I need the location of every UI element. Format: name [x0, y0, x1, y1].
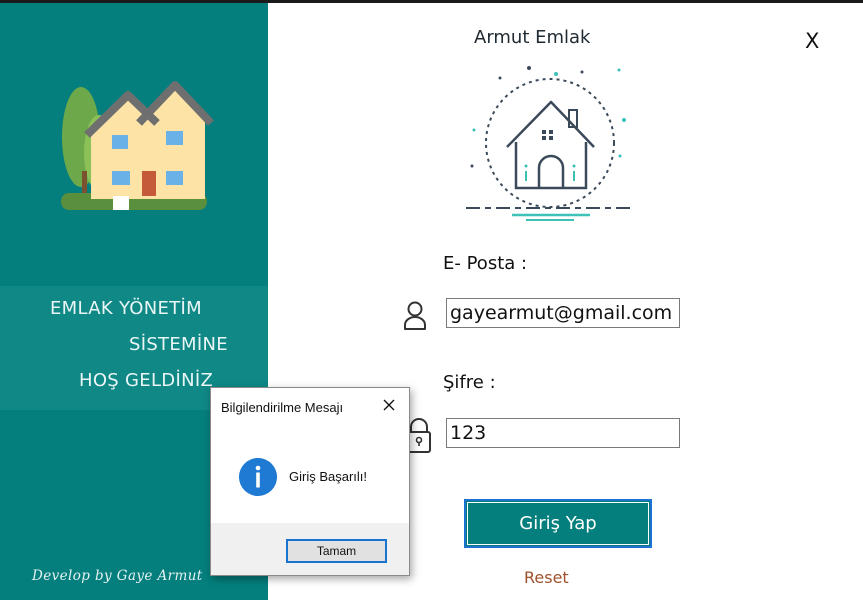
info-icon	[239, 458, 277, 496]
login-button[interactable]: Giriş Yap	[464, 499, 652, 548]
ok-button[interactable]: Tamam	[286, 539, 387, 563]
login-button-focus-ring	[467, 502, 649, 545]
email-field[interactable]	[446, 298, 680, 328]
welcome-line-1: EMLAK YÖNETİM	[50, 298, 202, 319]
developer-credit: Develop by Gaye Armut	[32, 568, 203, 584]
dialog-close-button[interactable]	[376, 393, 402, 417]
welcome-line-3: HOŞ GELDİNİZ	[79, 370, 214, 391]
house-circle-icon	[466, 66, 634, 221]
reset-link[interactable]: Reset	[524, 568, 569, 587]
message-dialog: Bilgilendirilme Mesajı Giriş Başarılı! T…	[210, 387, 410, 576]
email-label: E- Posta :	[443, 253, 528, 274]
house-tree-icon	[61, 81, 214, 210]
dialog-title: Bilgilendirilme Mesajı	[221, 400, 344, 415]
dialog-message: Giriş Başarılı!	[289, 469, 368, 484]
close-button[interactable]: X	[805, 29, 819, 53]
user-icon	[404, 301, 426, 330]
app-title: Armut Emlak	[474, 27, 591, 48]
dialog-footer: Tamam	[211, 523, 409, 575]
password-label: Şifre :	[443, 372, 496, 393]
password-field[interactable]	[446, 418, 680, 448]
welcome-line-2: SİSTEMİNE	[129, 334, 228, 355]
close-icon	[383, 399, 395, 411]
